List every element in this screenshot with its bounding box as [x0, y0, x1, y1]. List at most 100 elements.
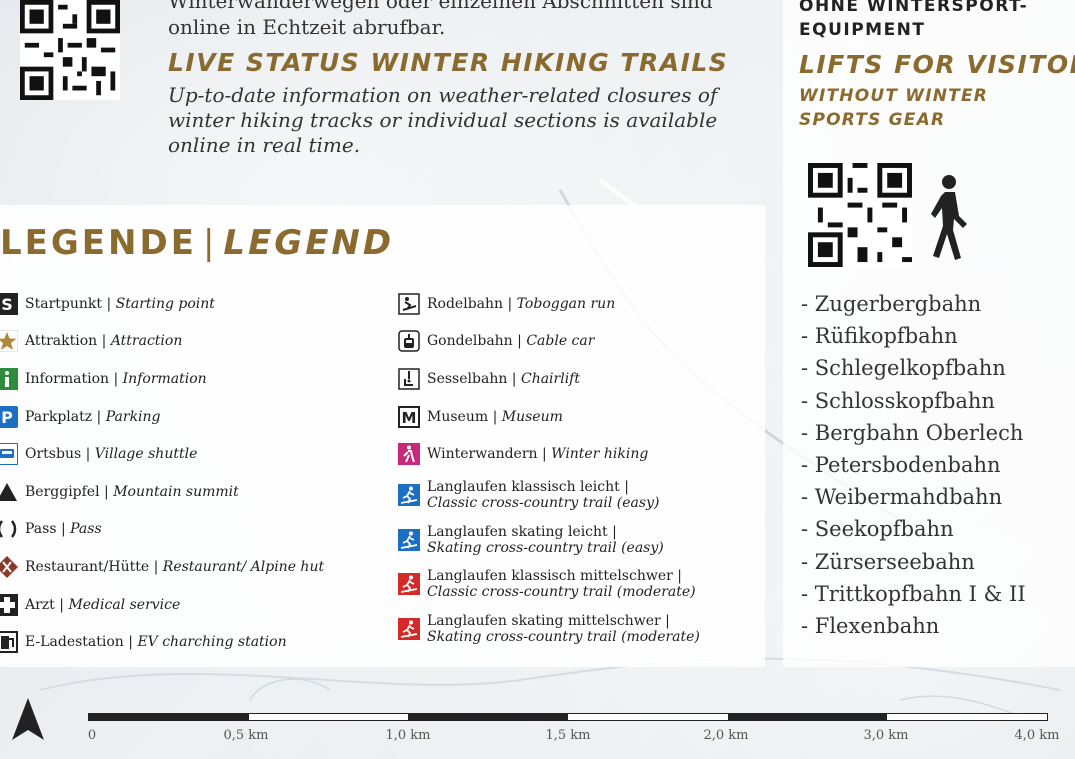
legend-title: LEGENDE | LEGEND: [0, 223, 394, 263]
parking-icon: P: [0, 405, 18, 428]
xc-skating-moderate-icon: [398, 617, 420, 640]
scale-tick-label: 4,0 km: [1014, 728, 1060, 743]
scale-tick-label: 2,0 km: [703, 728, 749, 743]
xc-classic-easy-icon: [398, 484, 420, 507]
legend-item-label: Langlaufen skating leicht | Skating cross…: [427, 523, 664, 556]
legend-item-label: Winterwandern | Winter hiking: [427, 446, 649, 463]
medical-cross-icon: [0, 593, 18, 616]
legend-title-de: LEGENDE: [0, 223, 197, 263]
legend-item-toboggan: Rodelbahn | Toboggan run: [398, 285, 700, 323]
legend-item-label: E-Ladestation | EV charching station: [25, 634, 287, 651]
legend-item-label: Langlaufen skating mittelschwer | Skating…: [427, 612, 700, 645]
legend-item-start-s: S Startpunkt | Starting point: [0, 285, 324, 323]
legend-item-label: Ortsbus | Village shuttle: [25, 446, 198, 463]
legend-item-info: Information | Information: [0, 360, 324, 398]
svg-text:S: S: [1, 295, 13, 314]
legend-item-label: Langlaufen klassisch mittelschwer | Class…: [427, 568, 696, 601]
legend-item-star: Attraktion | Attraction: [0, 323, 324, 361]
qr-code-icon[interactable]: [807, 163, 913, 267]
star-icon: [0, 330, 18, 353]
info-text-de-line2: online in Echtzeit abrufbar.: [168, 15, 446, 39]
svg-text:M: M: [402, 409, 417, 427]
restaurant-icon: [0, 555, 18, 578]
live-status-info: Winterwanderwegen oder einzelnen Abschni…: [168, 0, 748, 158]
legend-title-separator: |: [202, 223, 218, 263]
legend-item-label: Attraktion | Attraction: [25, 333, 183, 350]
live-status-heading: LIVE STATUS WINTER HIKING TRAILS: [168, 48, 729, 77]
lift-list-item: - Trittkopfbahn I & II: [801, 581, 1026, 606]
scale-tick-label: 0: [87, 728, 97, 743]
start-s-icon: S: [0, 292, 18, 315]
legend-item-summit: Berggipfel | Mountain summit: [0, 473, 324, 511]
info-icon: [0, 367, 18, 390]
info-text-en-line3: online in real time.: [168, 133, 361, 157]
legend-item-label: Museum | Museum: [427, 408, 563, 425]
legend-item-label: Pass | Pass: [25, 521, 102, 538]
legend-item-medical-cross: Arzt | Medical service: [0, 586, 324, 624]
legend-item-museum: M Museum | Museum: [398, 398, 700, 436]
pass-icon: [0, 518, 18, 540]
info-text-en-line1: Up-to-date information on weather-relate…: [168, 83, 718, 107]
scale-tick-label: 1,0 km: [385, 728, 431, 743]
legend-item-gondola: Gondelbahn | Cable car: [398, 323, 700, 361]
legend-item-label: Sesselbahn | Chairlift: [427, 370, 580, 387]
pedestrian-hiker-icon: [931, 175, 967, 260]
legend-panel: LEGENDE | LEGEND S Startpunkt | Starting po…: [0, 205, 765, 667]
gondola-icon: [398, 330, 420, 353]
legend-item-xc-classic-easy: Langlaufen klassisch leicht | Classic cro…: [398, 473, 700, 518]
scale-tick-label: 1,5 km: [545, 728, 591, 743]
scale-tick-label: 3,0 km: [863, 728, 909, 743]
lift-list-item: - Seekopfbahn: [801, 517, 954, 542]
lift-list-item: - Schlosskopfbahn: [801, 388, 995, 413]
scale-tick-label: 0,5 km: [223, 728, 269, 743]
lifts-heading-de-line2: EQUIPMENT: [799, 20, 926, 40]
legend-item-xc-skating-easy: Langlaufen skating leicht | Skating cross…: [398, 517, 700, 562]
scale-bar: [88, 713, 1048, 721]
bus-icon: [0, 443, 18, 466]
svg-text:P: P: [1, 408, 13, 427]
legend-item-label: Arzt | Medical service: [25, 596, 181, 613]
legend-item-pass: Pass | Pass: [0, 511, 324, 549]
info-text-de: Winterwanderwegen oder einzelnen Abschni…: [168, 0, 748, 40]
ev-charging-icon: [0, 631, 18, 654]
qr-code-icon[interactable]: [18, 0, 122, 100]
lift-list-item: - Schlegelkopfbahn: [801, 356, 1006, 381]
info-text-de-line1: Winterwanderwegen oder einzelnen Abschni…: [168, 0, 713, 13]
lifts-list: - Zugerbergbahn - Rüfikopfbahn - Schlegelk…: [801, 288, 1026, 642]
lifts-heading-en: LIFTS FOR VISITORS: [799, 50, 1075, 79]
lift-list-item: - Zürserseebahn: [801, 549, 975, 574]
lifts-panel: OHNE WINTERSPORT- EQUIPMENT LIFTS FOR VI…: [783, 0, 1075, 667]
lifts-heading-de: OHNE WINTERSPORT- EQUIPMENT: [799, 0, 1028, 42]
lift-list-item: - Rüfikopfbahn: [801, 324, 958, 349]
lift-list-item: - Flexenbahn: [801, 614, 940, 639]
lifts-subheading-en-line2: SPORTS GEAR: [799, 110, 946, 130]
legend-item-chairlift: Sesselbahn | Chairlift: [398, 360, 700, 398]
legend-item-xc-skating-moderate: Langlaufen skating mittelschwer | Skating…: [398, 606, 700, 651]
legend-item-parking: P Parkplatz | Parking: [0, 398, 324, 436]
lift-list-item: - Petersbodenbahn: [801, 453, 1001, 478]
toboggan-icon: [398, 293, 420, 315]
museum-icon: M: [398, 405, 420, 428]
lift-list-item: - Weibermahdbahn: [801, 485, 1003, 510]
legend-item-bus: Ortsbus | Village shuttle: [0, 435, 324, 473]
xc-classic-moderate-icon: [398, 573, 420, 596]
lifts-subheading-en: WITHOUT WINTER SPORTS GEAR: [799, 84, 988, 132]
legend-item-label: Startpunkt | Starting point: [25, 295, 215, 312]
legend-item-label: Restaurant/Hütte | Restaurant/ Alpine hu…: [25, 558, 325, 575]
legend-item-label: Parkplatz | Parking: [25, 408, 161, 425]
chairlift-icon: [398, 368, 420, 390]
legend-item-xc-classic-moderate: Langlaufen klassisch mittelschwer | Class…: [398, 562, 700, 607]
legend-title-en: LEGEND: [223, 223, 395, 263]
info-text-en-line2: winter hiking tracks or individual secti…: [168, 108, 718, 132]
legend-item-label: Berggipfel | Mountain summit: [25, 483, 239, 500]
legend-item-ev-charging: E-Ladestation | EV charching station: [0, 623, 324, 661]
xc-skating-easy-icon: [398, 528, 420, 551]
lifts-subheading-en-line1: WITHOUT WINTER: [799, 86, 989, 106]
info-text-en: Up-to-date information on weather-relate…: [168, 83, 748, 158]
summit-icon: [0, 481, 18, 503]
winter-hiking-icon: [398, 443, 420, 466]
legend-item-label: Information | Information: [25, 370, 207, 387]
north-arrow-icon: [12, 698, 44, 740]
legend-column-right: Rodelbahn | Toboggan run Gondelbahn | Cab…: [398, 285, 700, 651]
legend-item-label: Gondelbahn | Cable car: [427, 333, 595, 350]
